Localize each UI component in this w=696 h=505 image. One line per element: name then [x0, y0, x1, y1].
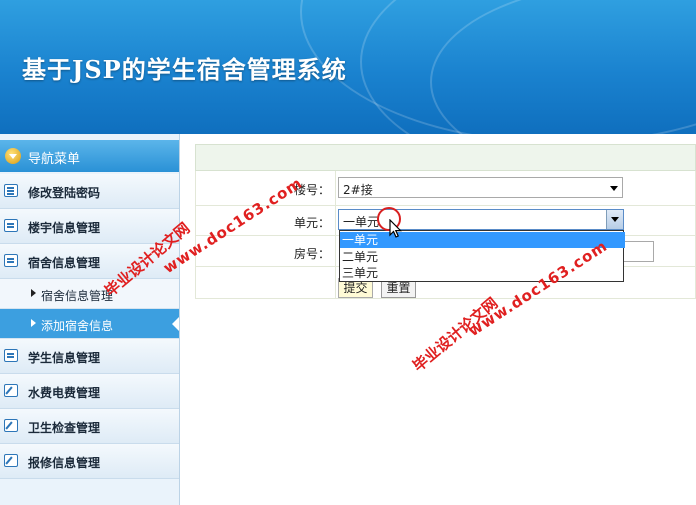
sidebar-item-repair[interactable]: 报修信息管理: [0, 444, 179, 479]
chevron-down-icon: [610, 186, 618, 191]
sidebar-item-label: 修改登陆密码: [28, 186, 101, 200]
watermark-text: 毕业设计论文网: [409, 294, 502, 376]
list-icon: [4, 184, 18, 197]
sidebar-item-label: 学生信息管理: [28, 351, 101, 365]
room-input[interactable]: [622, 241, 654, 262]
sidebar-item-label: 水费电费管理: [28, 386, 101, 400]
sidebar-subitem-label: 宿舍信息管理: [41, 289, 114, 303]
sidebar-item-label: 卫生检查管理: [28, 421, 101, 435]
page-title: 基于JSP的学生宿舍管理系统: [22, 55, 347, 84]
sidebar: 导航菜单 修改登陆密码 楼宇信息管理 宿舍信息管理 宿舍信息管理 添加宿舍信息 …: [0, 134, 180, 505]
edit-icon: [4, 419, 18, 432]
nav-title: 导航菜单: [28, 152, 81, 167]
building-select[interactable]: 2#接: [338, 177, 623, 198]
sidebar-item-change-password[interactable]: 修改登陆密码: [0, 174, 179, 209]
sidebar-subitem-dorm-manage[interactable]: 宿舍信息管理: [0, 279, 179, 309]
sidebar-subitem-add-dorm[interactable]: 添加宿舍信息: [0, 309, 179, 339]
edit-icon: [4, 454, 18, 467]
sidebar-item-label: 楼宇信息管理: [28, 221, 101, 235]
building-select-value: 2#接: [343, 183, 373, 197]
sidebar-item-label: 报修信息管理: [28, 456, 101, 470]
chevron-down-icon[interactable]: [606, 210, 623, 229]
sidebar-item-utility-fees[interactable]: 水费电费管理: [0, 374, 179, 409]
edit-icon: [4, 384, 18, 397]
chat-icon: [4, 349, 18, 362]
caret-right-icon: [31, 289, 36, 297]
sidebar-item-label: 宿舍信息管理: [28, 256, 101, 270]
chat-icon: [4, 254, 18, 267]
mouse-cursor-icon: [389, 219, 402, 238]
form-topbar: [195, 144, 696, 171]
sidebar-item-student[interactable]: 学生信息管理: [0, 339, 179, 374]
collapse-icon: [5, 148, 21, 164]
sidebar-item-building[interactable]: 楼宇信息管理: [0, 209, 179, 244]
app-header: 基于JSP的学生宿舍管理系统: [0, 0, 696, 134]
sidebar-item-hygiene[interactable]: 卫生检查管理: [0, 409, 179, 444]
unit-select-value: 一单元: [343, 215, 380, 229]
sidebar-subitem-label: 添加宿舍信息: [41, 319, 114, 333]
dropdown-option[interactable]: 一单元: [340, 232, 625, 248]
caret-right-icon: [31, 319, 36, 327]
chat-icon: [4, 219, 18, 232]
nav-header[interactable]: 导航菜单: [0, 140, 179, 172]
